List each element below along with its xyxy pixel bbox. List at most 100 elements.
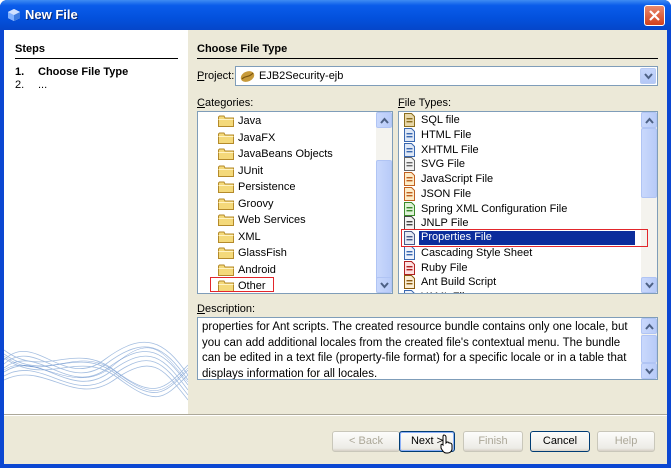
file-types-label: File Types: bbox=[398, 97, 452, 109]
file-types-scrollbar[interactable] bbox=[641, 112, 657, 293]
file-type-item[interactable]: XHTML File bbox=[399, 142, 642, 159]
file-icon bbox=[404, 113, 415, 127]
file-icon bbox=[404, 127, 415, 142]
file-type-label: JNLP File bbox=[421, 217, 469, 230]
folder-icon bbox=[218, 214, 234, 226]
chevron-down-icon bbox=[380, 282, 389, 289]
file-type-item[interactable]: Cascading Style Sheet bbox=[399, 245, 642, 262]
file-icon bbox=[404, 157, 415, 172]
scroll-down-button[interactable] bbox=[376, 277, 392, 293]
category-item[interactable]: Web Services bbox=[198, 212, 378, 229]
scroll-thumb[interactable] bbox=[641, 335, 657, 363]
description-box[interactable]: properties for Ant scripts. The created … bbox=[197, 317, 658, 380]
category-label: JavaFX bbox=[238, 131, 276, 144]
chevron-down-icon bbox=[644, 73, 653, 80]
chevron-up-icon bbox=[380, 117, 389, 124]
scroll-down-button[interactable] bbox=[641, 277, 657, 293]
description-scrollbar[interactable] bbox=[641, 318, 657, 379]
scroll-thumb[interactable] bbox=[376, 160, 392, 280]
categories-list[interactable]: Other Android GlassFish XML Web Services Groo… bbox=[197, 111, 393, 294]
category-item[interactable]: Java bbox=[198, 113, 378, 130]
close-icon bbox=[649, 10, 660, 21]
step-label: ... bbox=[38, 79, 48, 91]
category-label: JavaBeans Objects bbox=[238, 148, 333, 160]
dialog-body: Steps 1. Choose File Type 2.... Choose F… bbox=[4, 30, 667, 464]
folder-icon bbox=[218, 264, 234, 276]
categories-scrollbar[interactable] bbox=[376, 112, 392, 293]
project-combobox[interactable]: EJB2Security-ejb bbox=[235, 66, 658, 86]
folder-icon bbox=[218, 198, 234, 210]
folder-icon bbox=[218, 231, 234, 243]
help-button[interactable]: Help bbox=[597, 431, 655, 452]
file-icon bbox=[404, 186, 415, 201]
mouse-cursor-icon bbox=[440, 434, 453, 454]
file-type-label: YAML File bbox=[421, 291, 471, 293]
step-item-current: 1. Choose File Type bbox=[15, 66, 128, 78]
folder-icon bbox=[218, 181, 234, 193]
steps-heading: Steps bbox=[15, 43, 45, 55]
category-label: Web Services bbox=[238, 214, 306, 226]
scroll-up-button[interactable] bbox=[641, 112, 657, 128]
file-type-label: XHTML File bbox=[421, 143, 479, 156]
file-type-label: JSON File bbox=[421, 187, 472, 200]
button-bar-separator bbox=[4, 414, 667, 416]
file-type-item[interactable]: JavaScript File bbox=[399, 171, 642, 188]
category-label: Android bbox=[238, 263, 276, 276]
file-type-item[interactable]: Ant Build Script bbox=[399, 274, 642, 291]
file-type-item[interactable]: Ruby File bbox=[399, 260, 642, 277]
folder-icon bbox=[218, 132, 234, 144]
description-label: Description: bbox=[197, 303, 256, 315]
category-label: Groovy bbox=[238, 197, 274, 210]
chevron-up-icon bbox=[645, 323, 654, 330]
project-value: EJB2Security-ejb bbox=[259, 70, 344, 82]
description-text: properties for Ant scripts. The created … bbox=[202, 321, 628, 380]
category-item[interactable]: Groovy bbox=[198, 196, 378, 213]
category-item[interactable]: GlassFish bbox=[198, 245, 378, 262]
category-item[interactable]: JavaFX bbox=[198, 130, 378, 147]
categories-label: Categories: bbox=[197, 97, 254, 109]
wave-decoration bbox=[4, 342, 188, 401]
scroll-up-button[interactable] bbox=[376, 112, 392, 128]
file-type-item[interactable]: SQL file bbox=[399, 112, 642, 129]
file-type-label: Cascading Style Sheet bbox=[421, 246, 533, 259]
back-button[interactable]: < Back bbox=[332, 431, 400, 452]
steps-divider bbox=[15, 58, 178, 59]
category-label: XML bbox=[238, 230, 261, 243]
scroll-up-button[interactable] bbox=[641, 318, 657, 334]
category-label: JUnit bbox=[238, 164, 264, 177]
chevron-up-icon bbox=[645, 117, 654, 124]
cancel-button[interactable]: Cancel bbox=[530, 431, 590, 452]
file-type-item[interactable]: SVG File bbox=[399, 156, 642, 173]
project-dropdown-button[interactable] bbox=[640, 68, 656, 84]
title-bar[interactable]: New File bbox=[0, 0, 671, 30]
file-type-label: JavaScript File bbox=[421, 173, 494, 185]
file-type-item[interactable]: JSON File bbox=[399, 186, 642, 203]
finish-button[interactable]: Finish bbox=[463, 431, 523, 452]
step-item: 2.... bbox=[15, 79, 47, 91]
file-types-list[interactable]: YAML File Ant Build Script Ruby File Cascad… bbox=[398, 111, 658, 294]
file-type-item[interactable]: Spring XML Configuration File bbox=[399, 201, 642, 218]
title-divider bbox=[197, 58, 658, 59]
folder-icon bbox=[218, 165, 234, 177]
step-number: 2. bbox=[15, 79, 25, 91]
project-label: Project: bbox=[197, 70, 235, 82]
category-item[interactable]: JavaBeans Objects bbox=[198, 146, 378, 163]
step-number: 1. bbox=[15, 66, 25, 78]
step-label: Choose File Type bbox=[38, 66, 129, 78]
project-bean-icon bbox=[240, 71, 255, 82]
scroll-down-button[interactable] bbox=[641, 363, 657, 379]
file-icon bbox=[404, 275, 415, 290]
category-item[interactable]: Persistence bbox=[198, 179, 378, 196]
folder-icon bbox=[218, 148, 234, 160]
category-item[interactable]: Android bbox=[198, 262, 378, 279]
steps-panel: Steps 1. Choose File Type 2.... bbox=[4, 30, 188, 414]
file-type-label: Spring XML Configuration File bbox=[421, 202, 568, 215]
category-item[interactable]: JUnit bbox=[198, 163, 378, 180]
file-icon bbox=[404, 201, 415, 216]
file-type-label: HTML File bbox=[421, 128, 472, 141]
close-button[interactable] bbox=[644, 5, 665, 26]
chevron-down-icon bbox=[645, 282, 654, 289]
file-type-item[interactable]: HTML File bbox=[399, 127, 642, 144]
scroll-thumb[interactable] bbox=[641, 128, 657, 198]
category-item[interactable]: XML bbox=[198, 229, 378, 246]
